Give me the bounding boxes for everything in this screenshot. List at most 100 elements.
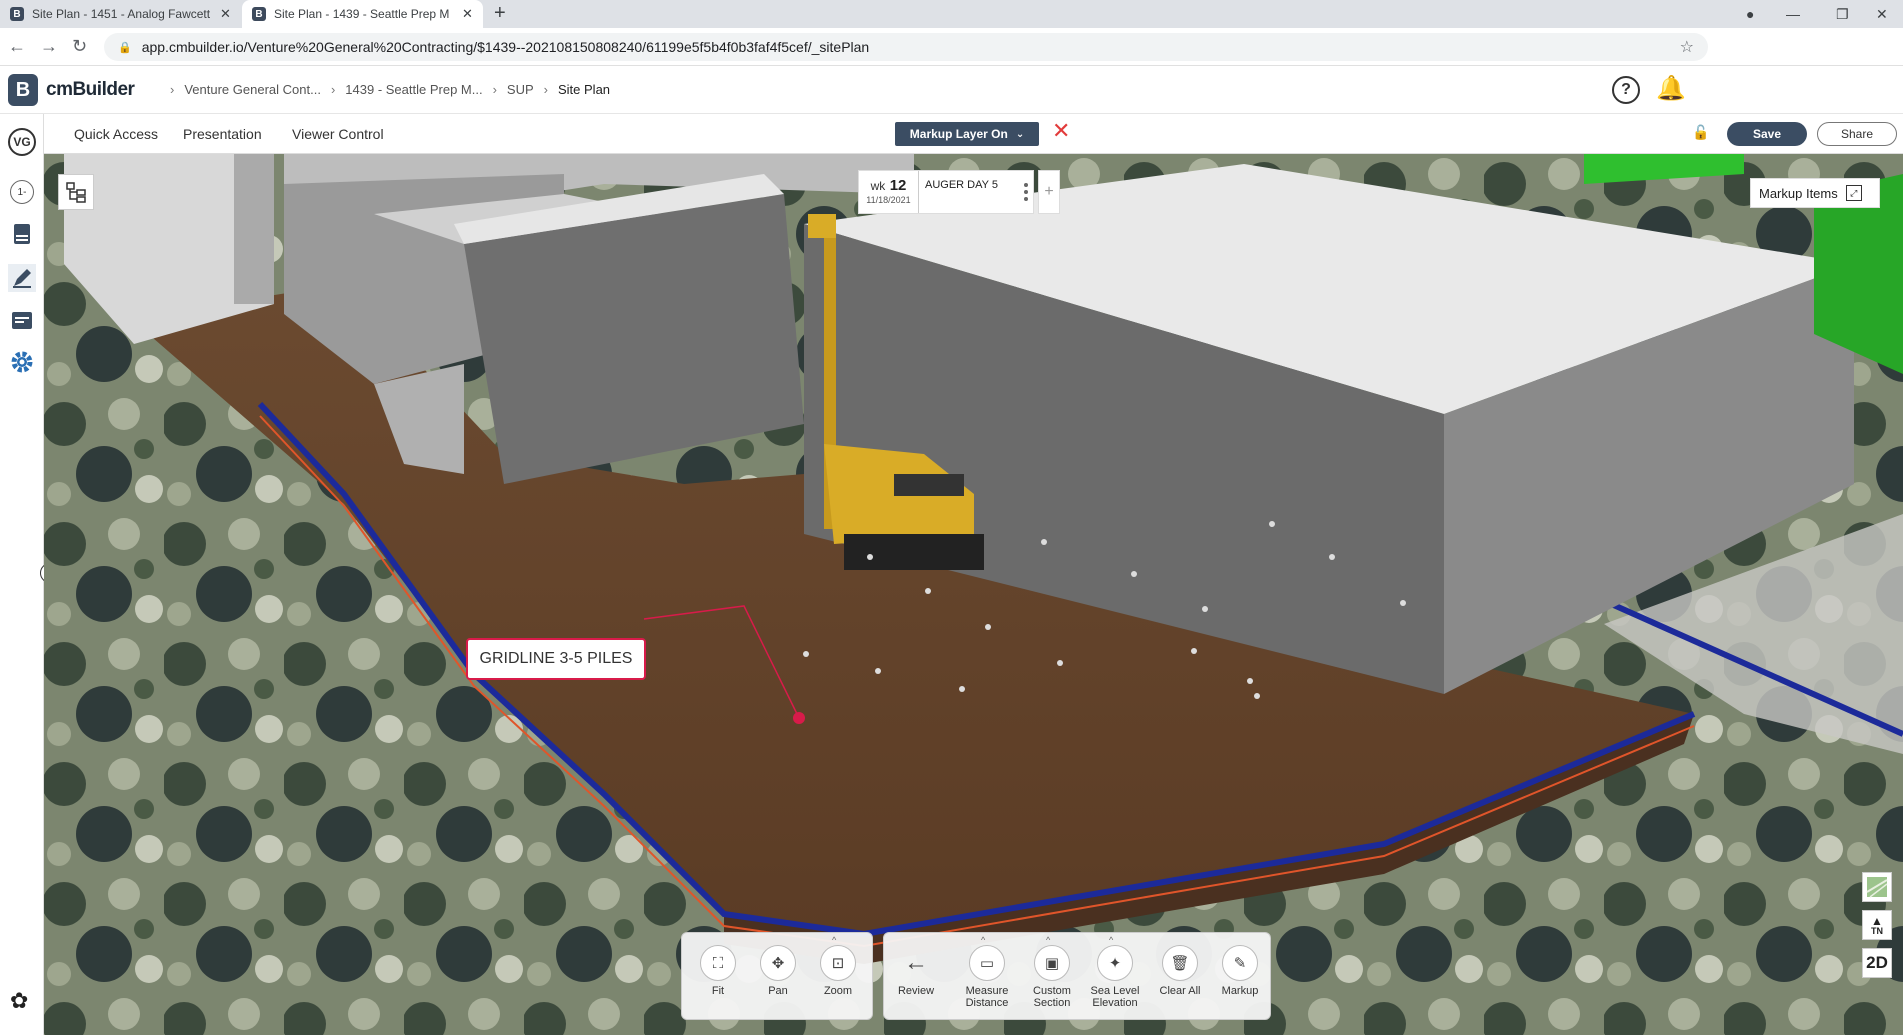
cmbuilder-favicon-icon: B: [10, 7, 24, 21]
markup-tool[interactable]: ✎ Markup: [1212, 945, 1268, 997]
chevron-down-icon: ⌄: [1015, 128, 1025, 140]
custom-section-tool[interactable]: ^ ▣ Custom Section: [1024, 935, 1080, 1009]
breadcrumb-separator-icon: ›: [492, 82, 497, 97]
tree-hierarchy-icon: [66, 182, 86, 203]
url-text: app.cmbuilder.io/Venture%20General%20Con…: [141, 39, 870, 55]
week-title: AUGER DAY 5: [925, 179, 998, 191]
browser-tab-1[interactable]: B Site Plan - 1451 - Analog Fawcett ✕: [0, 0, 241, 28]
north-arrow-icon: ▲: [1871, 913, 1883, 928]
caret-up-icon[interactable]: ^: [1109, 935, 1113, 945]
zoom-icon: ⊡: [820, 945, 856, 981]
tool-label: Distance: [965, 997, 1009, 1009]
viewer-toolbar: Quick Access Presentation Viewer Control…: [44, 114, 1903, 154]
brand-name: cmBuilder: [46, 79, 135, 100]
breadcrumb-separator-icon: ›: [170, 82, 175, 97]
model-tree-button[interactable]: [58, 174, 94, 210]
zoom-tool[interactable]: ^ ⊡ Zoom: [810, 935, 866, 997]
new-tab-icon[interactable]: +: [494, 2, 506, 25]
minimize-icon[interactable]: —: [1786, 0, 1800, 28]
true-north-button[interactable]: ▲ TN: [1862, 910, 1892, 940]
caret-up-icon[interactable]: ^: [832, 935, 836, 945]
tab-label: Site Plan - 1451 - Analog Fawcett: [32, 7, 211, 21]
menu-viewer-control[interactable]: Viewer Control: [292, 126, 384, 142]
analysis-tools: ← Review ^ ▭ Measure Distance ^ ▣ Custom…: [883, 932, 1271, 1020]
menu-quick-access[interactable]: Quick Access: [74, 126, 158, 142]
tool-label: Clear All: [1159, 985, 1201, 997]
clear-all-tool[interactable]: 🗑 Clear All: [1152, 945, 1208, 997]
tool-label: Custom: [1033, 985, 1071, 997]
menu-presentation[interactable]: Presentation: [183, 126, 262, 142]
forward-icon[interactable]: →: [40, 36, 58, 57]
fit-icon: ⛶: [700, 945, 736, 981]
pan-icon: ✥: [760, 945, 796, 981]
user-avatar[interactable]: VG: [8, 128, 36, 156]
site-plan-3d-viewer[interactable]: wk 12 11/18/2021 AUGER DAY 5 + Markup It…: [44, 154, 1903, 1035]
week-label: wk: [870, 179, 886, 193]
tool-label: Fit: [711, 985, 725, 997]
sea-level-elevation-tool[interactable]: ^ ✦ Sea Level Elevation: [1087, 935, 1143, 1009]
ruler-icon: ▭: [969, 945, 1005, 981]
satellite-map-button[interactable]: [1862, 872, 1892, 902]
close-tab-icon[interactable]: ✕: [462, 6, 473, 22]
caret-up-icon[interactable]: ^: [981, 935, 985, 945]
tool-label: Markup: [1221, 985, 1259, 997]
cmbuilder-logo[interactable]: B: [8, 74, 38, 106]
breadcrumb-company[interactable]: Venture General Cont...: [184, 82, 321, 97]
breadcrumb-site-plan: Site Plan: [558, 82, 611, 97]
profile-icon[interactable]: ●: [1746, 0, 1754, 28]
back-icon[interactable]: ←: [8, 36, 26, 57]
close-tab-icon[interactable]: ✕: [220, 6, 231, 22]
bookmark-star-icon[interactable]: ☆: [1680, 37, 1694, 57]
tool-label: Measure: [965, 985, 1009, 997]
markup-items-button[interactable]: Markup Items ⤢: [1750, 178, 1880, 208]
breadcrumb-separator-icon: ›: [330, 82, 336, 97]
browser-tab-bar: B Site Plan - 1451 - Analog Fawcett ✕ B …: [0, 0, 1903, 28]
lock-icon[interactable]: 🔓: [1692, 124, 1709, 141]
tool-label: Review: [897, 985, 935, 997]
add-week-button[interactable]: +: [1038, 170, 1060, 214]
restore-icon[interactable]: ❐: [1836, 0, 1849, 28]
app-header: B cmBuilder › Venture General Cont... › …: [0, 66, 1903, 114]
review-button[interactable]: ← Review: [888, 945, 944, 997]
tool-label: Elevation: [1092, 997, 1138, 1009]
breadcrumb-project[interactable]: 1439 - Seattle Prep M...: [345, 82, 482, 97]
lock-icon: 🔒: [118, 41, 132, 54]
tool-label: Sea Level: [1090, 985, 1140, 997]
more-options-icon[interactable]: [1019, 171, 1033, 213]
settings-gear-icon[interactable]: [8, 348, 36, 376]
database-icon[interactable]: [8, 220, 36, 248]
section-cube-icon: ▣: [1034, 945, 1070, 981]
browser-tab-2[interactable]: B Site Plan - 1439 - Seattle Prep M ✕: [242, 0, 483, 28]
week-number: 12: [889, 177, 907, 194]
breadcrumb-sup[interactable]: SUP: [507, 82, 534, 97]
schedule-icon[interactable]: [8, 306, 36, 334]
close-window-icon[interactable]: ✕: [1876, 0, 1888, 28]
notifications-bell-icon[interactable]: 🔔: [1656, 74, 1686, 103]
caret-up-icon[interactable]: ^: [1046, 935, 1050, 945]
tool-label: Pan: [768, 985, 788, 997]
measure-distance-tool[interactable]: ^ ▭ Measure Distance: [959, 935, 1015, 1009]
share-button[interactable]: Share: [1817, 122, 1897, 146]
left-rail: VG 1- ✿: [0, 114, 44, 1035]
save-button[interactable]: Save: [1727, 122, 1807, 146]
pan-tool[interactable]: ✥ Pan: [750, 945, 806, 997]
expand-icon: ⤢: [1845, 185, 1862, 201]
url-field[interactable]: 🔒 app.cmbuilder.io/Venture%20General%20C…: [104, 33, 1708, 61]
page-indicator[interactable]: 1-: [10, 180, 34, 204]
cmbuilder-favicon-icon: B: [252, 7, 266, 21]
close-markup-icon[interactable]: ✕: [1052, 120, 1070, 142]
fit-tool[interactable]: ⛶ Fit: [690, 945, 746, 997]
help-icon[interactable]: ?: [1612, 76, 1640, 104]
markup-layer-dropdown[interactable]: Markup Layer On ⌄: [895, 122, 1039, 146]
apps-cluster-icon[interactable]: ✿: [10, 988, 28, 1014]
markup-pen-icon[interactable]: [8, 264, 36, 292]
schedule-week-card[interactable]: wk 12 11/18/2021 AUGER DAY 5: [858, 170, 1034, 214]
breadcrumb: › Venture General Cont... › 1439 - Seatt…: [160, 82, 610, 97]
markup-callout[interactable]: GRIDLINE 3-5 PILES: [466, 638, 646, 680]
true-north-label: TN: [1871, 925, 1883, 936]
view-mode-toggle[interactable]: 2D: [1862, 948, 1892, 978]
navigation-tools: ⛶ Fit ✥ Pan ^ ⊡ Zoom: [681, 932, 873, 1020]
reload-icon[interactable]: ↻: [72, 36, 87, 57]
tool-label: Zoom: [823, 985, 853, 997]
tool-label: Section: [1033, 997, 1071, 1009]
